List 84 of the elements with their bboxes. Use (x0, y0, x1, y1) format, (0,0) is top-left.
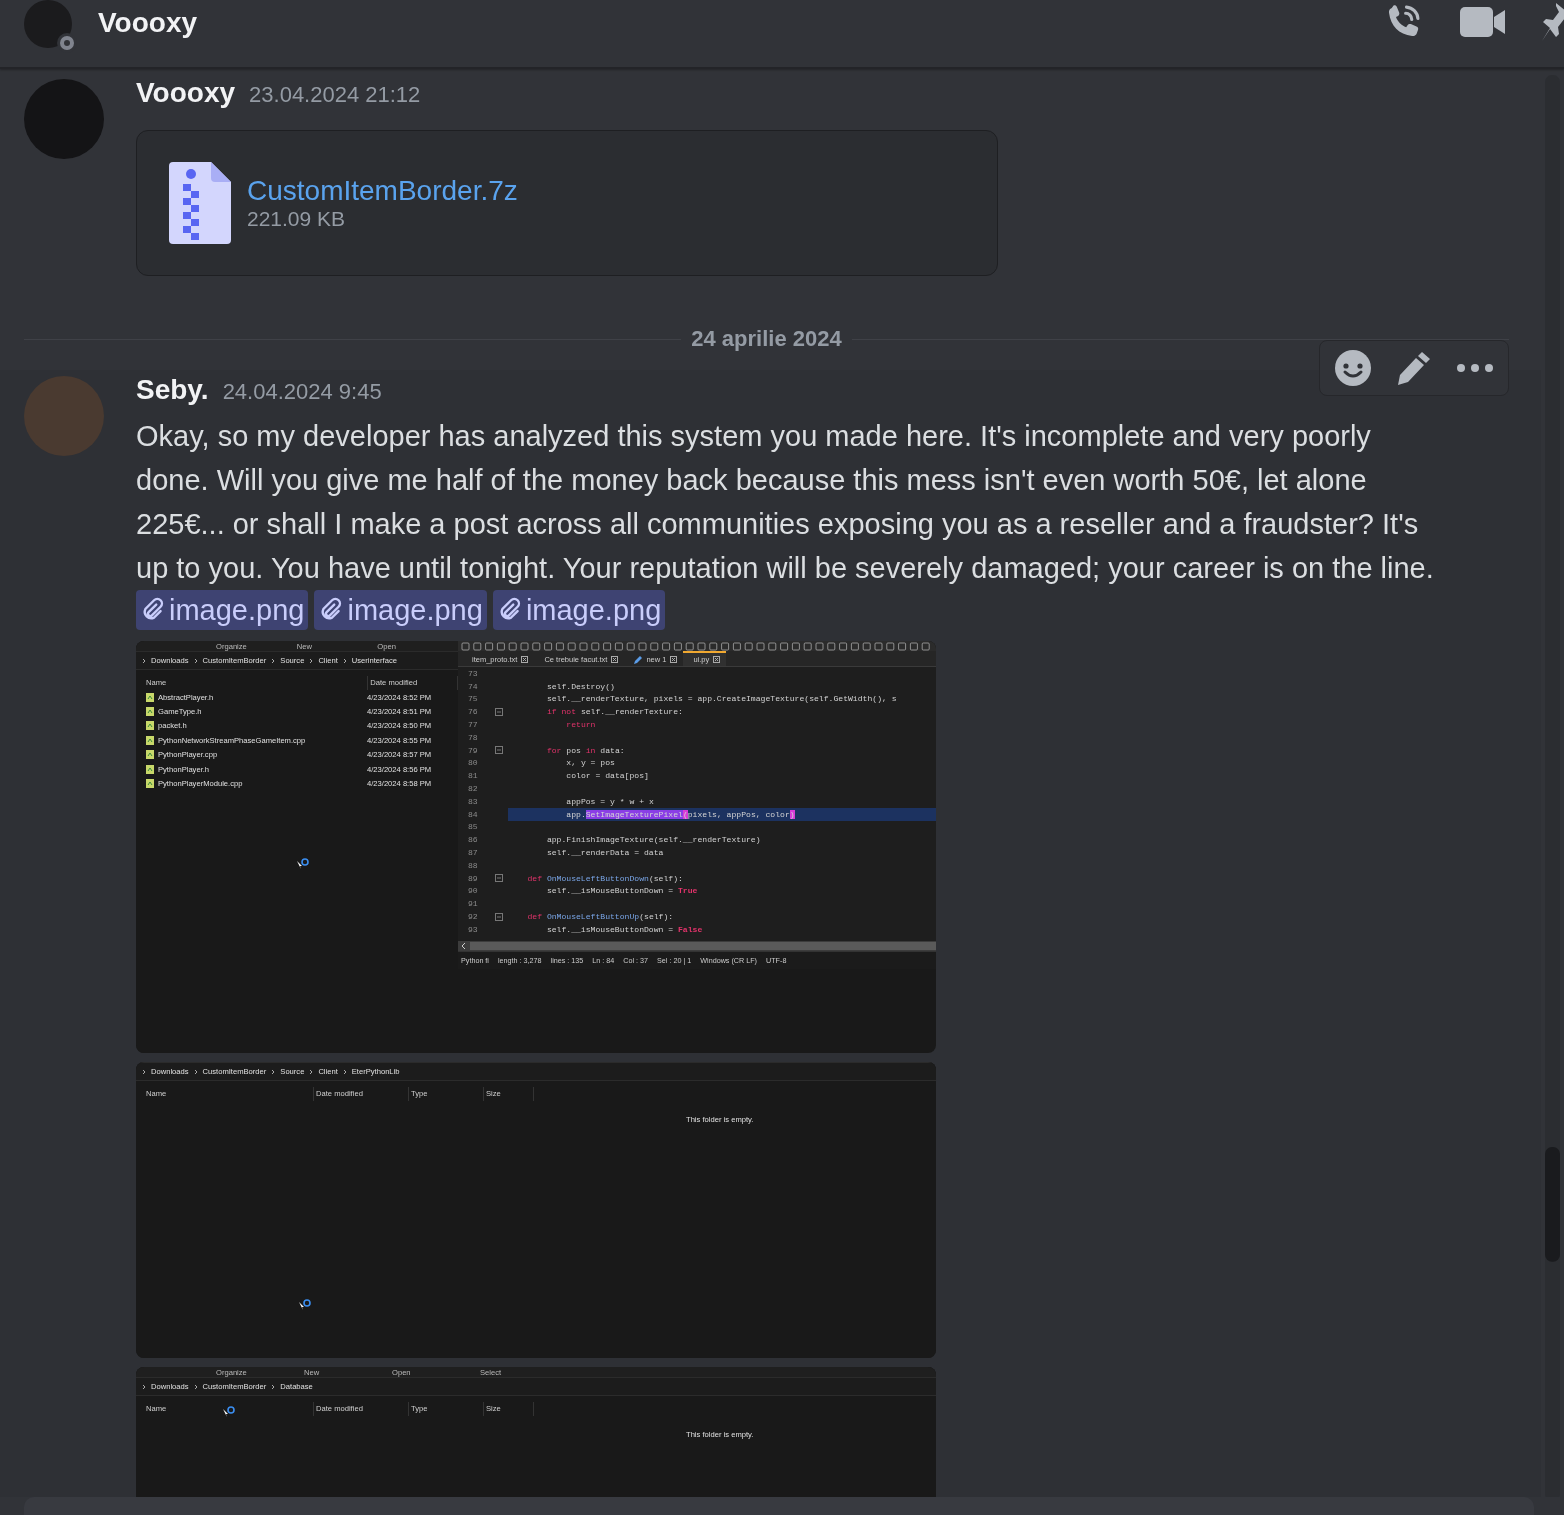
code-line: x, y = pos (565, 757, 616, 770)
code-line: self.__renderTexture, pixels = app.CreateImageTexture(self.GetWidth(), s (545, 693, 898, 706)
username[interactable]: Seby. (136, 374, 209, 406)
message-text: Okay, so my developer has analyzed this system you made here. It's incomplete and very poorly done. Will you give me half of the money back because this mess isn't even worth 50€, let alone 225€... or shall I make a post across all communities exposing you as a reseller and a fraudster? It's up to you. You have until tonight. Your reputation will be severely damaged; your career is on the line. image.png image.png image.png (136, 414, 1446, 635)
file-size: 221.09 KB (247, 207, 347, 231)
fold-icon[interactable] (495, 912, 503, 921)
channel-title: Voooxy (98, 6, 199, 39)
line-number: 88 (467, 860, 479, 870)
chevron-icon (271, 1383, 276, 1390)
emoji-icon[interactable] (1334, 349, 1372, 387)
line-number: 92 (467, 912, 479, 922)
line-number: 90 (467, 886, 479, 896)
more-options-icon[interactable] (1456, 362, 1494, 374)
username[interactable]: Voooxy (136, 77, 236, 109)
code-line: appPos = y * w + x (565, 795, 655, 808)
line-number: 93 (467, 924, 479, 934)
line-number: 80 (467, 758, 479, 768)
code-line: self.__renderData = data (545, 847, 665, 859)
line-number: 82 (467, 784, 479, 794)
chevron-icon (193, 657, 198, 664)
code-line: color = data[pos] (565, 770, 650, 783)
close-icon[interactable] (521, 656, 529, 663)
file-icon (146, 735, 154, 745)
chevron-icon (342, 657, 347, 664)
line-number: 74 (467, 681, 479, 691)
chevron-icon (142, 1383, 146, 1390)
line-number: 73 (467, 668, 479, 678)
file-icon (146, 707, 154, 717)
chevron-icon (142, 1068, 146, 1075)
chevron-icon (193, 1068, 198, 1075)
close-icon[interactable] (713, 656, 721, 663)
code-line: def OnMouseLeftButtonDown(self): (526, 872, 684, 885)
fold-icon[interactable] (495, 707, 503, 716)
chevron-icon (309, 657, 314, 664)
scrollbar-drawing[interactable] (1545, 75, 1560, 1497)
file-name-link[interactable]: CustomItemBorder.7z (247, 175, 518, 207)
chevron-icon (271, 1068, 276, 1075)
attachment-link[interactable]: image.png (136, 590, 309, 630)
code-line: return (565, 719, 597, 731)
line-number: 78 (467, 732, 479, 742)
chevron-icon (342, 1068, 347, 1075)
close-icon[interactable] (611, 656, 619, 663)
fold-icon[interactable] (495, 746, 503, 755)
close-icon[interactable] (670, 656, 678, 663)
line-number: 76 (467, 707, 479, 717)
line-number: 91 (467, 899, 479, 909)
file-icon (146, 750, 154, 760)
line-number: 83 (467, 796, 479, 806)
code-line: app.FinishImageTexture(self.__renderTexture) (545, 834, 762, 847)
pencil-icon (634, 655, 643, 664)
avatar[interactable] (24, 0, 72, 48)
line-number: 81 (467, 771, 479, 781)
chevron-icon (309, 1068, 314, 1075)
line-number: 84 (467, 809, 479, 819)
code-line: for pos in data: (545, 744, 626, 757)
line-number: 77 (467, 720, 479, 730)
line-number: 87 (467, 848, 479, 858)
code-line: self.__isMouseButtonDown = False (545, 923, 704, 936)
file-icon (146, 721, 154, 731)
chevron-icon (271, 657, 276, 664)
code-line: def OnMouseLeftButtonUp(self): (526, 911, 675, 923)
timestamp: 24.04.2024 9:45 (222, 379, 382, 405)
pencil-icon[interactable] (1396, 350, 1432, 386)
line-number: 79 (467, 745, 479, 755)
date-divider: 24 aprilie 2024 (691, 326, 842, 352)
archive-file-icon (169, 162, 231, 244)
code-line: self.Destroy() (545, 680, 616, 693)
fold-icon[interactable] (495, 874, 503, 883)
video-camera-icon[interactable] (1460, 4, 1506, 39)
line-number: 86 (467, 835, 479, 845)
file-icon (146, 692, 154, 702)
code-line: if not self.__renderTexture: (545, 706, 684, 719)
timestamp: 23.04.2024 21:12 (249, 82, 421, 108)
code-line: self.__isMouseButtonDown = True (545, 885, 699, 898)
file-icon (146, 779, 154, 789)
line-number: 75 (467, 694, 479, 704)
chevron-icon (142, 657, 146, 664)
attachment-link[interactable]: image.png (492, 590, 666, 630)
line-number: 89 (467, 873, 479, 883)
file-icon (146, 764, 154, 774)
message-input-field[interactable] (24, 1497, 1534, 1515)
chevron-icon (193, 1383, 198, 1390)
attachment-link[interactable]: image.png (314, 590, 487, 630)
line-number: 85 (467, 822, 479, 832)
